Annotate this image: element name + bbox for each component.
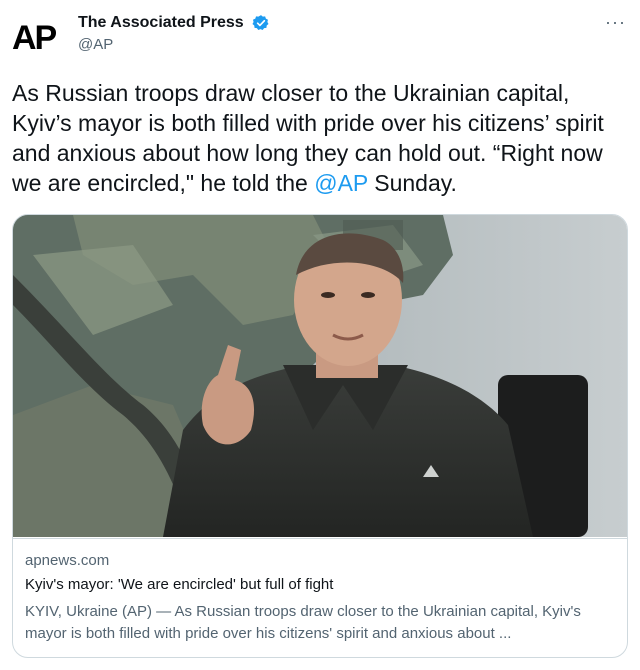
- tweet-text-part: Sunday.: [367, 170, 457, 196]
- link-card[interactable]: apnews.com Kyiv's mayor: 'We are encircl…: [12, 214, 628, 658]
- card-title[interactable]: Kyiv's mayor: 'We are encircled' but ful…: [25, 576, 333, 593]
- tweet-text: As Russian troops draw closer to the Ukr…: [12, 78, 628, 198]
- card-domain: apnews.com: [25, 552, 110, 569]
- handle[interactable]: @AP: [78, 36, 270, 53]
- avatar[interactable]: AP: [12, 16, 66, 60]
- card-body: apnews.com Kyiv's mayor: 'We are encircl…: [13, 538, 627, 657]
- author-info: The Associated Press @AP: [78, 14, 270, 53]
- card-description: KYIV, Ukraine (AP) — As Russian troops d…: [25, 603, 581, 642]
- card-image[interactable]: [13, 215, 627, 537]
- display-name[interactable]: The Associated Press: [78, 14, 244, 32]
- tweet-text-part: As Russian troops draw closer to the Ukr…: [12, 80, 604, 196]
- mention-link[interactable]: @AP: [314, 170, 368, 196]
- more-options-icon[interactable]: ···: [605, 12, 626, 33]
- verified-badge-icon: [252, 15, 269, 31]
- tweet-header: AP The Associated Press @AP ···: [12, 12, 628, 60]
- tweet[interactable]: AP The Associated Press @AP ··· As Russi…: [0, 0, 640, 670]
